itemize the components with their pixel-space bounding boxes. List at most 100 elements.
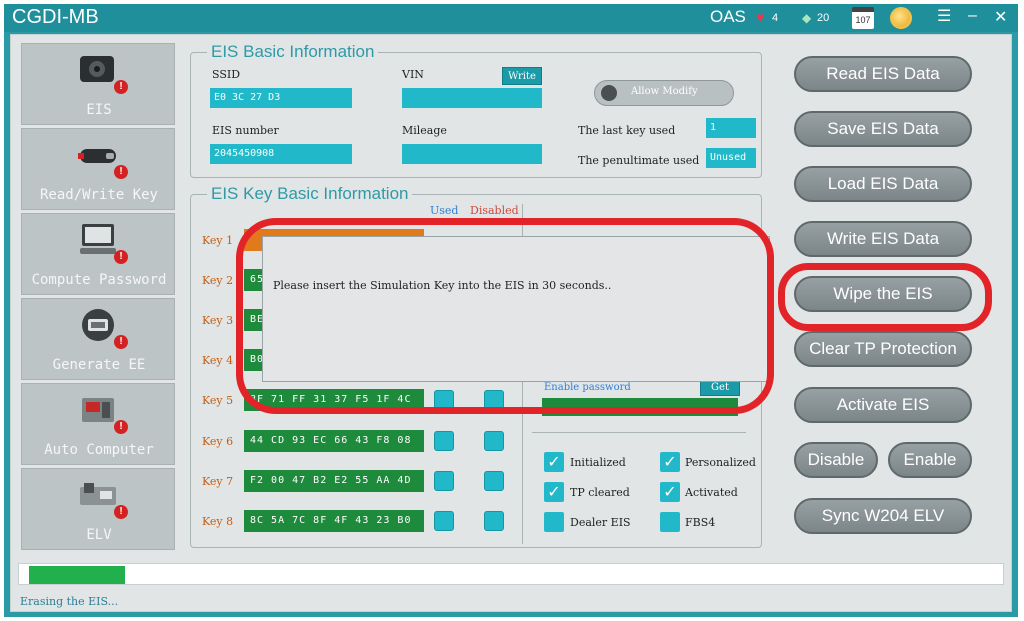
personalized-label: Personalized [685, 456, 756, 469]
eis-number-field[interactable]: 2045450908 [210, 144, 352, 164]
heart-count: 4 [772, 12, 779, 24]
app-title: CGDI-MB [12, 6, 99, 28]
ecu-icon [82, 398, 114, 422]
clear-tp-button[interactable]: Clear TP Protection [794, 331, 972, 367]
user-name[interactable]: OAS [710, 7, 746, 27]
toggle-knob [601, 85, 617, 101]
initialized-label: Initialized [570, 456, 626, 469]
sidebar-item-eis[interactable]: ! EIS [21, 43, 175, 125]
key-label: Key 5 [202, 394, 234, 407]
fbs4-label: FBS4 [685, 516, 716, 529]
key-label: Key 1 [202, 234, 234, 247]
elv-module-icon [80, 483, 116, 505]
load-eis-button[interactable]: Load EIS Data [794, 166, 972, 202]
key-label: Key 8 [202, 515, 234, 528]
status-text: Erasing the EIS... [20, 595, 119, 608]
ignition-icon [80, 56, 114, 82]
activated-checkbox[interactable]: ✓ [660, 482, 680, 502]
key-label: Key 6 [202, 435, 234, 448]
sidebar-item-compute-password[interactable]: ! Compute Password [21, 213, 175, 295]
personalized-checkbox[interactable]: ✓ [660, 452, 680, 472]
key-value[interactable]: 44 CD 93 EC 66 43 F8 08 [244, 430, 424, 452]
key-value[interactable]: 8C 5A 7C 8F 4F 43 23 B0 [244, 510, 424, 532]
used-header: Used [430, 204, 459, 217]
computer-icon [80, 224, 116, 254]
key-label: Key 4 [202, 354, 234, 367]
vin-field[interactable] [402, 88, 542, 108]
sidebar-item-label: Generate EE [52, 357, 146, 373]
key-icon [78, 149, 116, 163]
sidebar-item-label: ELV [86, 527, 112, 543]
sync-elv-button[interactable]: Sync W204 ELV [794, 498, 972, 534]
allow-modify-toggle[interactable]: Allow Modify [594, 80, 734, 106]
warning-badge: ! [114, 335, 128, 349]
save-eis-button[interactable]: Save EIS Data [794, 111, 972, 147]
sidebar-item-generate-ee[interactable]: ! Generate EE [21, 298, 175, 380]
disabled-checkbox[interactable] [484, 431, 504, 451]
ssid-field[interactable]: E0 3C 27 D3 [210, 88, 352, 108]
activated-label: Activated [685, 486, 738, 499]
warning-badge: ! [114, 250, 128, 264]
sidebar-item-label: Read/Write Key [39, 187, 158, 203]
read-eis-button[interactable]: Read EIS Data [794, 56, 972, 92]
eis-keys-title: EIS Key Basic Information [207, 184, 413, 204]
initialized-checkbox[interactable]: ✓ [544, 452, 564, 472]
write-vin-button[interactable]: Write [502, 67, 542, 85]
sidebar-item-elv[interactable]: ! ELV [21, 468, 175, 550]
sidebar-item-label: Compute Password [31, 272, 167, 288]
close-icon[interactable]: ✕ [994, 7, 1007, 27]
heart-icon: ♥ [756, 9, 765, 25]
calendar-icon[interactable]: 107 [852, 7, 874, 29]
key-value[interactable]: F2 00 47 B2 E2 55 AA 4D [244, 470, 424, 492]
ssid-label: SSID [212, 68, 241, 81]
eis-basic-title: EIS Basic Information [207, 42, 379, 62]
mileage-field[interactable] [402, 144, 542, 164]
warning-badge: ! [114, 505, 128, 519]
penultimate-field: Unused [706, 148, 756, 168]
warning-badge: ! [114, 420, 128, 434]
enable-button[interactable]: Enable [888, 442, 972, 478]
gem-count: 20 [817, 12, 830, 24]
sidebar-item-label: EIS [86, 102, 112, 118]
last-key-field: 1 [706, 118, 756, 138]
dealer-eis-checkbox[interactable] [544, 512, 564, 532]
sidebar-item-read-write-key[interactable]: ! Read/Write Key [21, 128, 175, 210]
warning-badge: ! [114, 80, 128, 94]
highlight-ring-dialog [236, 218, 774, 414]
medal-icon[interactable] [890, 7, 912, 29]
eis-number-label: EIS number [212, 124, 279, 137]
disabled-checkbox[interactable] [484, 471, 504, 491]
fbs4-checkbox[interactable] [660, 512, 680, 532]
progress-bar [18, 563, 1004, 585]
disable-button[interactable]: Disable [794, 442, 878, 478]
menu-icon[interactable]: ☰ [937, 6, 951, 26]
key-label: Key 3 [202, 314, 234, 327]
vin-label: VIN [402, 68, 424, 81]
dealer-eis-label: Dealer EIS [570, 516, 631, 529]
tp-cleared-checkbox[interactable]: ✓ [544, 482, 564, 502]
minimize-icon[interactable]: – [968, 7, 977, 25]
progress-fill [29, 566, 125, 584]
highlight-ring-wipe [778, 263, 992, 331]
disabled-header: Disabled [470, 204, 519, 217]
last-key-label: The last key used [578, 124, 676, 137]
mileage-label: Mileage [402, 124, 447, 137]
used-checkbox[interactable] [434, 431, 454, 451]
penultimate-label: The penultimate used [578, 154, 700, 167]
disabled-checkbox[interactable] [484, 511, 504, 531]
write-eis-button[interactable]: Write EIS Data [794, 221, 972, 257]
used-checkbox[interactable] [434, 471, 454, 491]
app-window: CGDI-MB OAS ♥ 4 ◆ 20 107 ☰ – ✕ ! EIS ! R… [4, 4, 1018, 617]
activate-eis-button[interactable]: Activate EIS [794, 387, 972, 423]
title-bar: CGDI-MB OAS ♥ 4 ◆ 20 107 ☰ – ✕ [4, 4, 1018, 32]
used-checkbox[interactable] [434, 511, 454, 531]
tp-cleared-label: TP cleared [570, 486, 630, 499]
chip-icon [82, 309, 114, 341]
warning-badge: ! [114, 165, 128, 179]
gem-icon: ◆ [802, 11, 812, 25]
sidebar-item-label: Auto Computer [44, 442, 154, 458]
key-label: Key 7 [202, 475, 234, 488]
allow-modify-label: Allow Modify [631, 86, 698, 97]
key-label: Key 2 [202, 274, 234, 287]
sidebar-item-auto-computer[interactable]: ! Auto Computer [21, 383, 175, 465]
